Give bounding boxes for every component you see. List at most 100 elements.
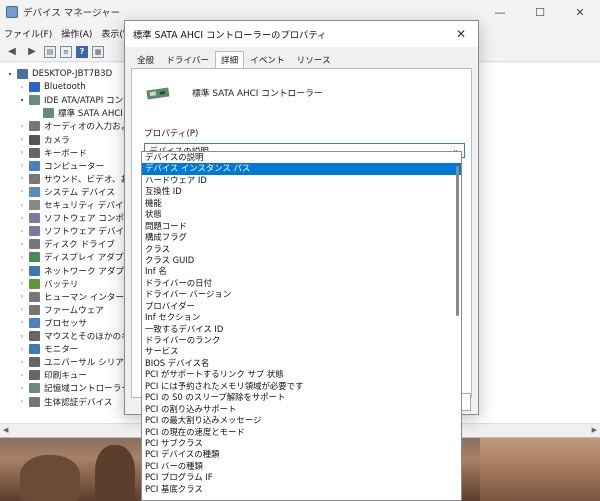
collapsed-chevron-icon[interactable]: ›: [18, 215, 26, 222]
collapsed-chevron-icon[interactable]: ›: [18, 202, 26, 209]
collapsed-chevron-icon[interactable]: ›: [18, 306, 26, 313]
expanded-chevron-icon[interactable]: ▾: [6, 71, 14, 78]
dropdown-option[interactable]: ドライバーの日付: [142, 278, 461, 289]
collapsed-chevron-icon[interactable]: ›: [18, 372, 26, 379]
tree-item[interactable]: › セキュリティ デバイス: [18, 198, 132, 212]
collapsed-chevron-icon[interactable]: ›: [18, 319, 26, 326]
dropdown-option[interactable]: サービス: [142, 346, 461, 357]
scroll-right-icon[interactable]: ▶: [592, 426, 597, 434]
dialog-close-button[interactable]: ✕: [444, 21, 478, 47]
scroll-left-icon[interactable]: ◀: [3, 426, 8, 434]
dropdown-option[interactable]: ハードウェア ID: [142, 175, 461, 186]
collapsed-chevron-icon[interactable]: ›: [18, 149, 26, 156]
tree-item[interactable]: › 生体認証デバイス: [18, 395, 113, 409]
collapsed-chevron-icon[interactable]: ›: [18, 359, 26, 366]
tree-item[interactable]: › カメラ: [18, 133, 70, 147]
firmware-icon: [29, 304, 40, 315]
dropdown-option[interactable]: PCI デバイスの種類: [142, 449, 461, 460]
dropdown-option[interactable]: 状態: [142, 209, 461, 220]
collapsed-chevron-icon[interactable]: ›: [18, 398, 26, 405]
dropdown-option[interactable]: PCI の現在の速度とモード: [142, 427, 461, 438]
close-window-button[interactable]: ✕: [560, 0, 600, 24]
dropdown-option[interactable]: 互換性 ID: [142, 186, 461, 197]
minimize-button[interactable]: —: [480, 0, 520, 24]
dropdown-option[interactable]: ドライバーのランク: [142, 335, 461, 346]
biometric-icon: [29, 396, 40, 407]
dropdown-option[interactable]: プロバイダー: [142, 301, 461, 312]
dropdown-option[interactable]: PCI がサポートするリンク サブ 状態: [142, 369, 461, 380]
tree-item[interactable]: › ファームウェア: [18, 303, 104, 317]
tab-driver[interactable]: ドライバー: [160, 51, 215, 69]
dropdown-option[interactable]: 機能: [142, 198, 461, 209]
dropdown-option[interactable]: クラス GUID: [142, 255, 461, 266]
sound-icon: [29, 173, 40, 184]
collapsed-chevron-icon[interactable]: ›: [18, 385, 26, 392]
tree-item[interactable]: ▾ DESKTOP-JBT7B3D: [6, 67, 112, 81]
dropdown-option[interactable]: デバイス インスタンス パス: [142, 163, 461, 175]
collapsed-chevron-icon[interactable]: ›: [18, 293, 26, 300]
tree-item[interactable]: › バッテリ: [18, 277, 78, 291]
collapsed-chevron-icon[interactable]: ›: [18, 333, 26, 340]
tree-item[interactable]: › システム デバイス: [18, 185, 115, 199]
help-icon[interactable]: ?: [76, 45, 88, 58]
tab-resources[interactable]: リソース: [291, 51, 337, 69]
dropdown-option[interactable]: クラス: [142, 244, 461, 255]
collapsed-chevron-icon[interactable]: ›: [18, 254, 26, 261]
collapsed-chevron-icon[interactable]: ›: [18, 123, 26, 130]
collapsed-chevron-icon[interactable]: ›: [18, 84, 26, 91]
disk-icon: [29, 239, 40, 250]
collapsed-chevron-icon[interactable]: ›: [18, 162, 26, 169]
collapsed-chevron-icon[interactable]: ›: [18, 136, 26, 143]
forward-arrow-icon[interactable]: ▶: [24, 45, 40, 59]
tree-item[interactable]: › ディスク ドライブ: [18, 237, 115, 251]
maximize-button[interactable]: ☐: [520, 0, 560, 24]
dropdown-option[interactable]: Inf 名: [142, 266, 461, 277]
collapsed-chevron-icon[interactable]: ›: [18, 346, 26, 353]
dropdown-option[interactable]: PCI の S0 のスリープ解除をサポート: [142, 392, 461, 403]
dialog-titlebar: 標準 SATA AHCI コントローラーのプロパティ: [125, 21, 478, 47]
tree-item[interactable]: › ネットワーク アダプター: [18, 264, 141, 278]
dropdown-option[interactable]: 構成フラグ: [142, 232, 461, 243]
dropdown-option[interactable]: BIOS デバイス名: [142, 358, 461, 369]
dropdown-option[interactable]: PCI には予約されたメモリ領域が必要です: [142, 381, 461, 392]
dropdown-option[interactable]: 一致するデバイス ID: [142, 324, 461, 335]
dropdown-option[interactable]: PCI サブクラス: [142, 438, 461, 449]
tree-item[interactable]: › ソフトウェア デバイス: [18, 224, 132, 238]
collapsed-chevron-icon[interactable]: ›: [18, 228, 26, 235]
dropdown-option[interactable]: PCI 基底クラス: [142, 484, 461, 495]
software-icon: [29, 226, 40, 237]
collapsed-chevron-icon[interactable]: ›: [18, 188, 26, 195]
list-toolbar-icon[interactable]: ≡: [60, 45, 72, 58]
tab-general[interactable]: 全般: [131, 51, 160, 69]
tree-item[interactable]: › モニター: [18, 342, 78, 356]
view-toolbar-icon[interactable]: ▦: [92, 45, 104, 58]
properties-toolbar-icon[interactable]: ▤: [44, 45, 56, 58]
tree-item[interactable]: › プロセッサ: [18, 316, 87, 330]
tab-details[interactable]: 詳細: [215, 51, 245, 69]
collapsed-chevron-icon[interactable]: ›: [18, 175, 26, 182]
property-dropdown-list[interactable]: デバイスの説明 デバイス インスタンス パス ハードウェア ID 互換性 ID 機能 状態…: [141, 151, 462, 501]
collapsed-chevron-icon[interactable]: ›: [18, 241, 26, 248]
tree-item[interactable]: › キーボード: [18, 146, 87, 160]
dropdown-option[interactable]: PCI の最大割り込みメッセージ: [142, 415, 461, 426]
dropdown-scrollbar[interactable]: [456, 166, 459, 316]
dropdown-option[interactable]: PCI プログラム IF: [142, 472, 461, 483]
dropdown-option[interactable]: ドライバー バージョン: [142, 289, 461, 300]
dropdown-option[interactable]: 問題コード: [142, 221, 461, 232]
dropdown-option[interactable]: Inf セクション: [142, 312, 461, 323]
menu-file[interactable]: ファイル(F): [4, 27, 52, 40]
dropdown-option[interactable]: PCI バーの種類: [142, 461, 461, 472]
tab-events[interactable]: イベント: [244, 51, 290, 69]
dropdown-option[interactable]: PCI の割り込みサポート: [142, 404, 461, 415]
expanded-chevron-icon[interactable]: ▾: [18, 97, 26, 104]
tree-item[interactable]: › Bluetooth: [18, 80, 86, 94]
tree-item[interactable]: › 印刷キュー: [18, 368, 87, 382]
tree-item[interactable]: › コンピューター: [18, 159, 104, 173]
dropdown-option[interactable]: デバイスの説明: [142, 152, 461, 163]
menu-action[interactable]: 操作(A): [61, 27, 92, 40]
back-arrow-icon[interactable]: ◀: [4, 45, 20, 59]
tree-item[interactable]: › ディスプレイ アダプター: [18, 250, 141, 264]
collapsed-chevron-icon[interactable]: ›: [18, 280, 26, 287]
collapsed-chevron-icon[interactable]: ›: [18, 267, 26, 274]
tree-item[interactable]: › 記憶域コントローラー: [18, 381, 130, 395]
